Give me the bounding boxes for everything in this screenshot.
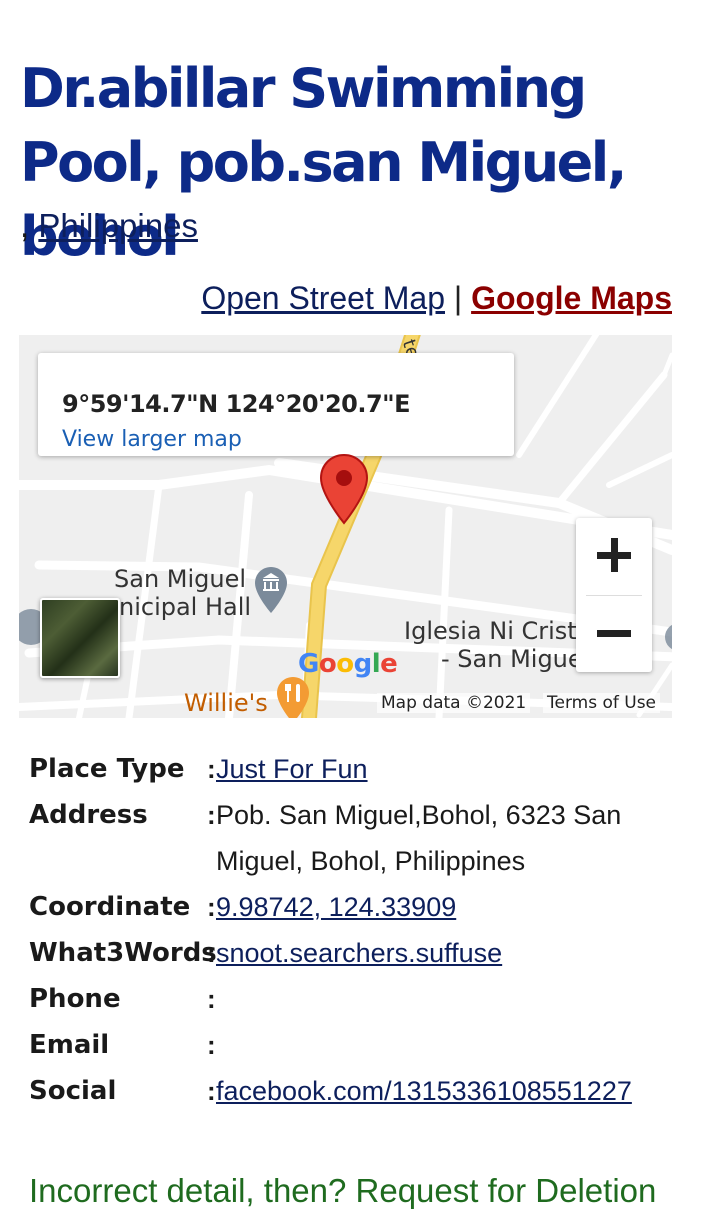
open-street-map-link[interactable]: Open Street Map bbox=[201, 280, 445, 316]
place-details: Place Type : Just For Fun Address : Pob.… bbox=[29, 746, 689, 1114]
detail-colon: : bbox=[207, 800, 216, 830]
country-line: , Philippines bbox=[20, 204, 198, 248]
detail-label: Coordinate bbox=[29, 892, 191, 922]
country-prefix: , bbox=[20, 207, 30, 244]
place-type-link[interactable]: Just For Fun bbox=[216, 754, 368, 784]
detail-colon: : bbox=[207, 938, 216, 968]
map-info-card: 9°59'14.7"N 124°20'20.7"E View larger ma… bbox=[38, 353, 514, 456]
detail-row-phone: Phone : bbox=[29, 976, 689, 1022]
detail-label: Email bbox=[29, 1030, 110, 1060]
social-link[interactable]: facebook.com/1315336108551227 bbox=[216, 1076, 632, 1106]
detail-row-what3words: What3Words : snoot.searchers.suffuse bbox=[29, 930, 689, 976]
email-value bbox=[216, 1022, 689, 1068]
country-link[interactable]: Philippines bbox=[38, 207, 198, 244]
map-label-iglesia-line2: - San Migue bbox=[441, 645, 583, 673]
satellite-view-thumbnail[interactable] bbox=[40, 598, 120, 678]
detail-row-email: Email : bbox=[29, 1022, 689, 1068]
map-links-separator: | bbox=[453, 280, 463, 316]
restaurant-icon bbox=[277, 677, 309, 718]
location-pin-icon bbox=[319, 453, 369, 525]
map-coords: 9°59'14.7"N 124°20'20.7"E bbox=[62, 390, 411, 418]
town-hall-icon bbox=[255, 567, 287, 613]
detail-colon: : bbox=[207, 1030, 216, 1060]
zoom-in-button[interactable] bbox=[576, 518, 652, 594]
terms-of-use-link[interactable]: Terms of Use bbox=[543, 693, 661, 713]
what3words-link[interactable]: snoot.searchers.suffuse bbox=[216, 938, 502, 968]
phone-value bbox=[216, 976, 689, 1022]
detail-row-social: Social : facebook.com/1315336108551227 bbox=[29, 1068, 689, 1114]
zoom-controls bbox=[576, 518, 652, 672]
map-links: Open Street Map | Google Maps bbox=[201, 276, 672, 320]
detail-row-place-type: Place Type : Just For Fun bbox=[29, 746, 689, 792]
google-logo: Google bbox=[298, 649, 398, 679]
map-data-attribution: Map data ©2021 bbox=[377, 693, 531, 713]
address-value: Pob. San Miguel,Bohol, 6323 San Miguel, … bbox=[216, 800, 622, 876]
zoom-out-button[interactable] bbox=[576, 596, 652, 672]
detail-colon: : bbox=[207, 754, 216, 784]
coordinate-link[interactable]: 9.98742, 124.33909 bbox=[216, 892, 456, 922]
map-label-iglesia-line1: Iglesia Ni Crist bbox=[404, 617, 577, 645]
detail-row-coordinate: Coordinate : 9.98742, 124.33909 bbox=[29, 884, 689, 930]
detail-label: Social bbox=[29, 1076, 117, 1106]
map-embed[interactable]: te 9°59'14.7"N 124°20'20.7"E View larger… bbox=[19, 335, 672, 718]
detail-colon: : bbox=[207, 892, 216, 922]
detail-row-address: Address : Pob. San Miguel,Bohol, 6323 Sa… bbox=[29, 792, 689, 884]
map-label-willies: Willie's bbox=[184, 689, 268, 717]
map-label-municipal-line1: San Miguel bbox=[114, 565, 247, 593]
view-larger-map-link[interactable]: View larger map bbox=[62, 425, 242, 455]
google-maps-link[interactable]: Google Maps bbox=[471, 280, 672, 316]
detail-label: Phone bbox=[29, 984, 121, 1014]
detail-label: Place Type bbox=[29, 754, 185, 784]
map-label-municipal-line2: nicipal Hall bbox=[119, 593, 252, 621]
detail-colon: : bbox=[207, 1076, 216, 1106]
detail-label: What3Words bbox=[29, 938, 217, 968]
detail-label: Address bbox=[29, 800, 148, 830]
request-deletion-text[interactable]: Incorrect detail, then? Request for Dele… bbox=[29, 1172, 656, 1210]
detail-colon: : bbox=[207, 984, 216, 1014]
